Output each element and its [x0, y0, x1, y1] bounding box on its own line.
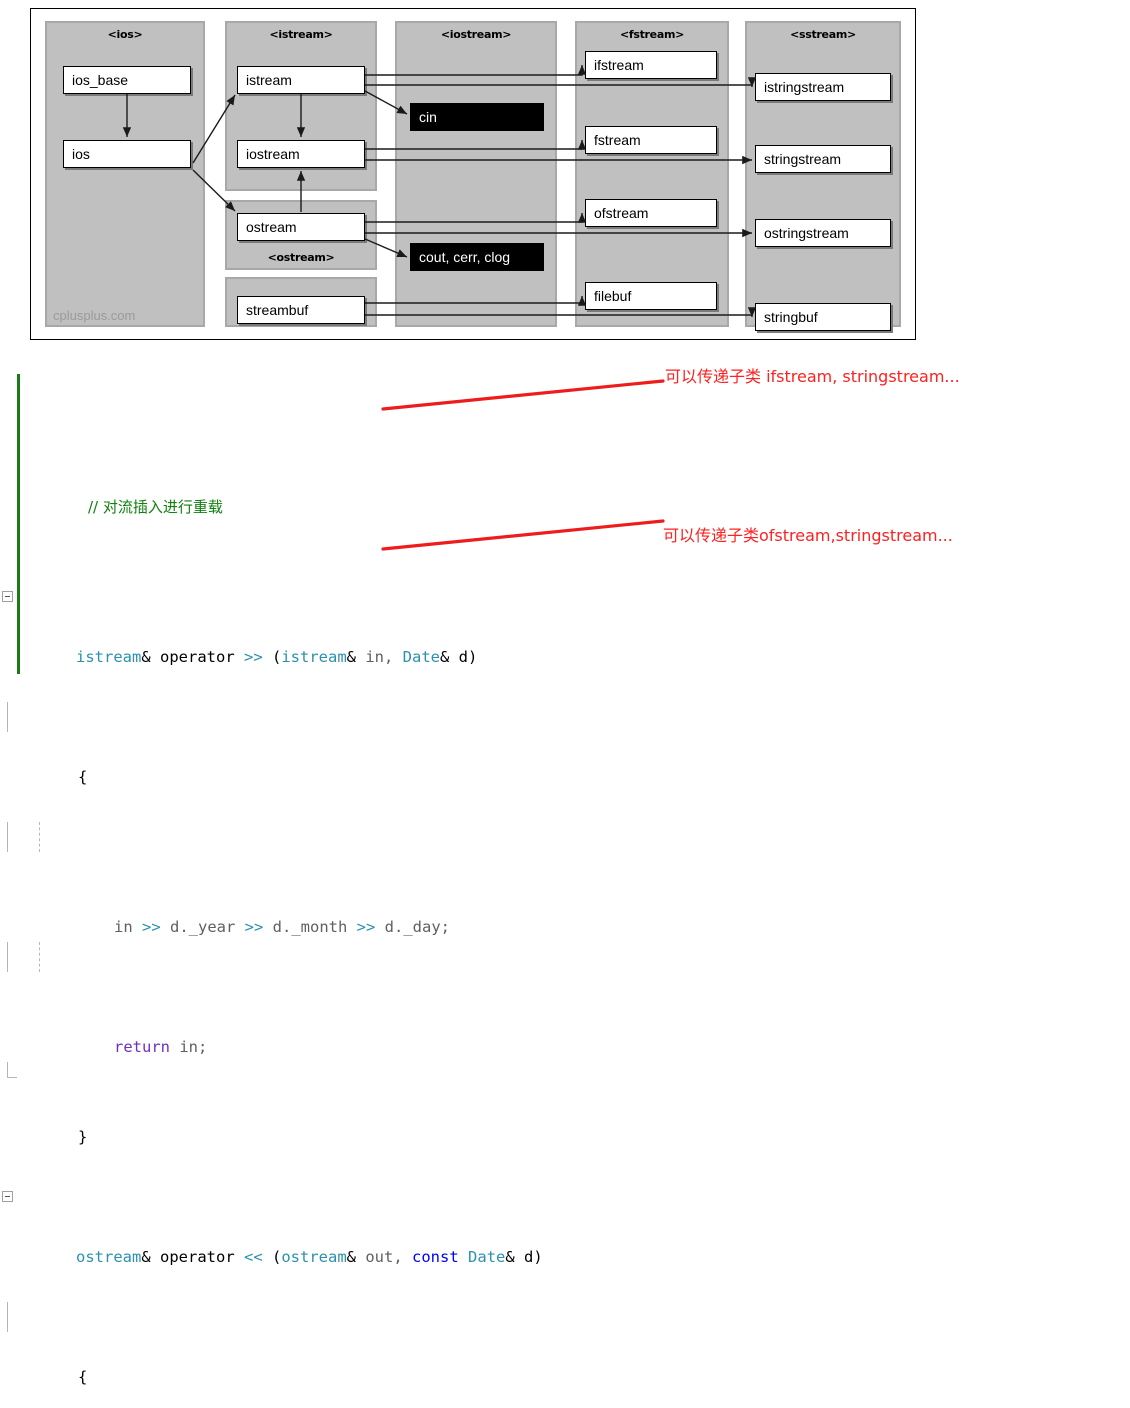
- code-brace-open-1: {: [78, 768, 88, 786]
- code-keyword-return-1: return: [114, 1038, 170, 1056]
- code-token-paren-o: (: [272, 1248, 282, 1266]
- code-token-shift-2: >>: [244, 918, 273, 936]
- fold-toggle-icon-2[interactable]: [2, 1191, 13, 1202]
- code-token-param-d-o: & d): [505, 1248, 543, 1266]
- code-token-dday: d._day;: [384, 918, 450, 936]
- code-token-operator-kw: operator: [160, 648, 244, 666]
- code-token-amp2-o: &: [346, 1248, 366, 1266]
- code-line-istream-signature: istream& operator >> (istream& in, Date&…: [2, 582, 590, 666]
- brace-guide-2: [7, 822, 9, 852]
- code-keyword-const: const: [412, 1248, 459, 1266]
- code-token-param-d: & d): [440, 648, 478, 666]
- code-token-dyear: d._year: [170, 918, 245, 936]
- code-token-in: in: [114, 918, 142, 936]
- code-token-shift-op: >>: [244, 648, 272, 666]
- code-token-param-out: out,: [365, 1248, 413, 1266]
- fold-toggle-icon-1[interactable]: [2, 591, 13, 602]
- code-token-shift-1: >>: [142, 918, 170, 936]
- annotation-text-bottom: 可以传递子类ofstream,stringstream...: [663, 526, 953, 545]
- code-brace-open-2: {: [78, 1368, 88, 1386]
- indent-guide-2: [39, 942, 41, 972]
- fold-end-guide-1: [7, 1062, 17, 1078]
- code-comment: // 对流插入进行重载: [88, 498, 223, 516]
- code-editor[interactable]: // 对流插入进行重载 istream& operator >> (istrea…: [0, 352, 1130, 1386]
- code-token-paren: (: [272, 648, 282, 666]
- code-line-close-brace-1: }: [7, 1062, 590, 1146]
- brace-guide-3: [7, 942, 9, 972]
- brace-guide-4: [7, 1302, 9, 1332]
- code-line-ostream-signature: ostream& operator << (ostream& out, cons…: [2, 1182, 590, 1266]
- code-token-param-type-o: ostream: [281, 1248, 347, 1266]
- code-token-param-type: istream: [281, 648, 347, 666]
- code-line-open-brace-1: {: [7, 702, 590, 786]
- class-hierarchy-diagram: <ios> cplusplus.com ios_base ios <istrea…: [30, 8, 916, 340]
- code-token-shift-3: >>: [356, 918, 385, 936]
- indent-guide-1: [39, 822, 41, 852]
- code-line-comment: // 对流插入进行重载: [20, 462, 590, 516]
- diagram-inner: <ios> cplusplus.com ios_base ios <istrea…: [37, 15, 909, 333]
- code-token-date-type: Date: [402, 648, 440, 666]
- code-token-type: istream: [76, 648, 142, 666]
- code-brace-close-1: }: [78, 1128, 88, 1146]
- code-token-operator-kw-o: operator: [160, 1248, 244, 1266]
- code-token-return-in: in;: [170, 1038, 208, 1056]
- diagram-edges: [122, 65, 757, 317]
- brace-guide-1: [7, 702, 9, 732]
- code-token-amp-o: &: [141, 1248, 160, 1266]
- code-token-amp: &: [141, 648, 160, 666]
- code-line-in-shift: in >> d._year >> d._month >> d._day;: [7, 822, 590, 936]
- code-listing[interactable]: // 对流插入进行重载 istream& operator >> (istrea…: [2, 372, 590, 1408]
- code-line-return-in: return in;: [7, 942, 590, 1056]
- code-line-open-brace-2: {: [7, 1302, 590, 1386]
- code-token-param-in: in,: [365, 648, 403, 666]
- code-token-type-o: ostream: [76, 1248, 142, 1266]
- code-token-shift-op-o: <<: [244, 1248, 272, 1266]
- code-token-amp2: &: [346, 648, 366, 666]
- code-token-date-type-o: Date: [468, 1248, 506, 1266]
- code-token-dmonth: d._month: [272, 918, 357, 936]
- annotation-text-top: 可以传递子类 ifstream, stringstream...: [665, 367, 960, 386]
